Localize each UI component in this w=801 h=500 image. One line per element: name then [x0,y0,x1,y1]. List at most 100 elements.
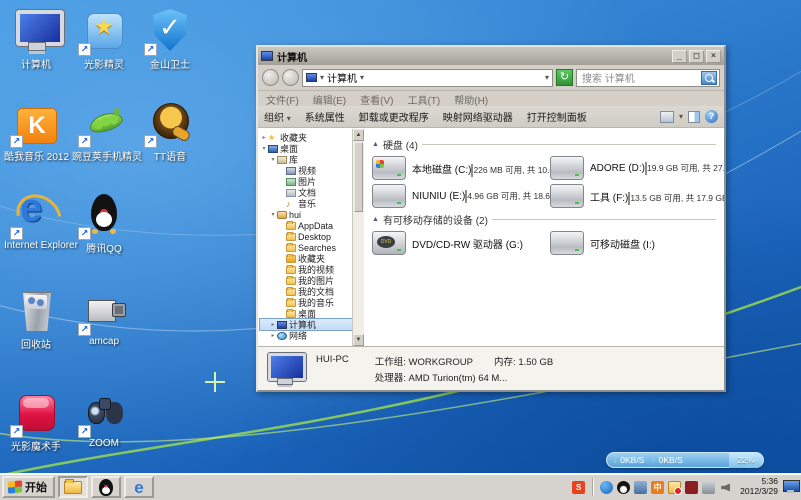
section-header[interactable]: ▲ 有可移动存储的设备 (2) [372,212,716,227]
drive-item[interactable]: DVD/CD-RW 驱动器 (G:) [372,231,544,255]
forward-button[interactable] [282,69,299,86]
drive-item[interactable]: 可移动磁盘 (I:) [550,231,722,255]
tree-item-star[interactable]: ▸收藏夹 [260,132,352,143]
network-icon [277,331,287,340]
ie-taskbar-button[interactable]: e [124,476,154,498]
chevron-icon[interactable]: ▾ [320,73,324,82]
drive-item[interactable]: 工具 (F:) 13.5 GB 可用, 共 17.9 GB [550,184,724,208]
expander-icon[interactable]: ▸ [269,321,277,328]
desktop-icon-qq[interactable]: ↗ 腾讯QQ [72,190,136,255]
desktop-icon-ie[interactable]: ↗Internet Explorer [4,186,78,251]
back-button[interactable] [262,69,279,86]
drive-item[interactable]: 本地磁盘 (C:) 226 MB 可用, 共 10.0 GB [372,156,569,180]
expander-icon[interactable]: ▾ [269,156,277,163]
history-dropdown-icon[interactable]: ▾ [545,73,549,82]
toolbar-button[interactable]: 打开控制面板 [527,109,587,124]
tree-item-music[interactable]: 音乐 [260,198,352,209]
shortcut-arrow-icon: ↗ [78,135,91,148]
tree-item-folder[interactable]: Desktop [260,231,352,242]
expander-icon[interactable]: ▾ [269,211,277,218]
organize-button[interactable]: 组织 ▾ [264,109,291,124]
upload-speed: 0KB/S [658,455,683,465]
computer-icon [306,73,317,82]
views-dropdown-icon[interactable]: ▾ [679,112,683,121]
player-icon[interactable] [685,480,699,494]
expander-icon[interactable]: ▾ [260,145,268,152]
clock-date: 2012/3/29 [740,486,778,496]
views-icon[interactable] [659,110,674,123]
scroll-up-icon[interactable]: ▲ [353,129,364,141]
menu-item[interactable]: 查看(V) [360,92,393,107]
desktop-icon-computer[interactable]: 计算机 [4,6,68,71]
toolbar-button[interactable]: 映射网络驱动器 [443,109,513,124]
library-icon [277,155,287,164]
menu-item[interactable]: 帮助(H) [454,92,488,107]
messenger-icon[interactable] [634,480,648,494]
navigation-scrollbar[interactable]: ▲ ▼ [352,129,364,346]
drive-item[interactable]: ADORE (D:)19.9 GB 可用, 共 27.9 GB [550,156,724,180]
tree-item-folder[interactable]: AppData [260,220,352,231]
maximize-button[interactable]: □ [689,49,704,63]
collapse-icon[interactable]: ▲ [372,216,379,223]
chevron-icon[interactable]: ▾ [360,73,364,82]
network-speed-widget[interactable]: ↓ 0KB/S ↑ 0KB/S 22% [606,452,764,468]
desktop-icon-photo-app[interactable]: ↗ 光影魔术手 [4,388,68,453]
taskbar-clock[interactable]: 5:36 2012/3/29 [738,476,780,497]
desktop-icon-binoculars[interactable]: ↗ ZOOM [72,388,136,449]
tree-item-network[interactable]: ▸ 网络 [260,330,352,341]
start-label: 开始 [25,482,47,494]
desktop-icon-recycle-bin[interactable]: 回收站 [4,286,68,351]
collapse-icon[interactable]: ▲ [372,141,379,148]
menu-item[interactable]: 工具(T) [407,92,440,107]
computer-icon [266,351,306,387]
desktop-icon-kuwo-music[interactable]: ↗ 酷我音乐 2012 [4,96,69,163]
help-icon[interactable]: ? [705,110,718,123]
search-icon[interactable] [701,70,717,85]
desktop-icon-star-app[interactable]: ↗ 光影精灵 [72,6,136,71]
dvd-drive-icon [372,231,406,255]
expander-icon[interactable]: ▸ [269,332,277,339]
sogou-input-icon[interactable]: S [572,480,586,494]
shortcut-arrow-icon: ↗ [78,43,91,56]
ime-icon[interactable]: 中 [651,480,665,494]
shortcut-arrow-icon: ↗ [10,135,23,148]
explorer-taskbar-button[interactable] [58,476,88,498]
drive-item[interactable]: NIUNIU (E:) 4.96 GB 可用, 共 18.6 GB [372,184,565,208]
preview-pane-icon[interactable] [688,110,700,123]
menu-item[interactable]: 文件(F) [266,92,299,107]
window-titlebar[interactable]: 计算机 _ □ × [258,47,724,65]
tree-item-desktop[interactable]: ▾ 桌面 [260,143,352,154]
close-button[interactable]: × [706,49,721,63]
workgroup-value: WORKGROUP [408,356,473,368]
address-location: 计算机 [327,74,358,85]
scrollbar-thumb[interactable] [354,142,363,212]
folder-alert-icon[interactable] [668,480,683,495]
desktop-icon-camera[interactable]: ↗ amcap [72,286,136,347]
desktop-icon-tt-voice[interactable]: ↗ TT语音 [138,98,202,163]
drive-capacity-text: 19.9 GB 可用, 共 27.9 GB [647,163,724,173]
minimize-button[interactable]: _ [672,49,687,63]
navigation-pane: ▸收藏夹▾桌面▾库视频图片文档音乐▾huiAppDataDesktopSearc… [258,129,352,346]
address-field[interactable]: ▾ 计算机 ▾ ▾ [302,68,553,87]
shortcut-arrow-icon: ↗ [78,425,91,438]
refresh-button[interactable]: ↻ [556,69,573,86]
display-tray-icon[interactable] [783,480,800,494]
search-box[interactable]: 搜索 计算机 [576,68,720,87]
address-bar: ▾ 计算机 ▾ ▾ ↻ 搜索 计算机 [258,65,724,91]
tree-item-user[interactable]: ▾ hui [260,209,352,220]
scroll-down-icon[interactable]: ▼ [353,334,364,346]
volume-icon[interactable] [719,481,732,494]
toolbar-button[interactable]: 系统属性 [305,109,345,124]
start-button[interactable]: 开始 [2,476,55,498]
qq-taskbar-button[interactable] [91,476,121,498]
device-icon[interactable] [702,480,716,494]
section-title: 硬盘 (4) [382,141,418,152]
menu-item[interactable]: 编辑(E) [313,92,346,107]
toolbar-button[interactable]: 卸载或更改程序 [359,109,429,124]
desktop-icon-peapod[interactable]: ↗ 豌豆荚手机精灵 [72,98,142,163]
desktop-icon-shield[interactable]: ↗ 金山卫士 [138,6,202,71]
expander-icon[interactable]: ▸ [260,134,268,141]
section-header[interactable]: ▲ 硬盘 (4) [372,137,716,152]
shield-check-icon[interactable] [600,480,614,494]
qq-tray-icon[interactable] [617,480,631,494]
